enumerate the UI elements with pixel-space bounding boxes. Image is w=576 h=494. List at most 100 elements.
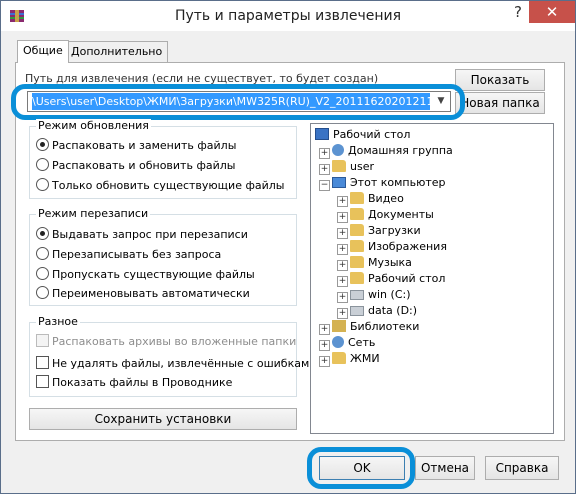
ok-button[interactable]: OK (319, 456, 405, 480)
expand-icon[interactable]: + (337, 276, 348, 287)
tree-node-label: Библиотеки (350, 320, 420, 333)
misc-option-keep-broken[interactable]: Не удалять файлы, извлечённые с ошибками (36, 356, 316, 372)
tab-advanced[interactable]: Дополнительно (65, 41, 169, 62)
tree-node-drive-c[interactable]: + win (C:) (337, 287, 411, 303)
expand-icon[interactable]: + (337, 244, 348, 255)
radio-icon[interactable] (36, 247, 49, 260)
tree-node-label: data (D:) (368, 304, 418, 317)
overwrite-mode-title: Режим перезаписи (36, 207, 151, 220)
drive-icon (350, 290, 364, 300)
update-option-update[interactable]: Распаковать и обновить файлы (36, 158, 235, 174)
tree-node-label: Домашняя группа (348, 144, 453, 157)
expand-icon[interactable]: + (319, 340, 330, 351)
radio-icon[interactable] (36, 267, 49, 280)
option-label: Распаковать и обновить файлы (52, 159, 236, 172)
misc-option-subfolders: Распаковать архивы во вложенные папки (36, 334, 296, 350)
tree-node-homegroup[interactable]: + Домашняя группа (319, 143, 453, 159)
radio-icon[interactable] (36, 178, 49, 191)
checkbox-icon[interactable] (36, 375, 49, 388)
tree-node-network[interactable]: + Сеть (319, 335, 375, 351)
tree-node-this-pc[interactable]: − Этот компьютер (319, 175, 446, 191)
folder-icon (332, 352, 346, 364)
tree-node-desktop[interactable]: Рабочий стол (315, 127, 410, 143)
option-label: Распаковать архивы во вложенные папки (52, 335, 297, 348)
tab-general[interactable]: Общие (17, 40, 69, 63)
drive-icon (350, 306, 364, 316)
folder-icon (350, 192, 364, 204)
folder-tree[interactable]: Рабочий стол + Домашняя группа + user − Это… (310, 123, 554, 434)
overwrite-mode-group: Режим перезаписи Выдавать запрос при пер… (29, 207, 297, 306)
tree-node-drive-d[interactable]: + data (D:) (337, 303, 417, 319)
option-label: Показать файлы в Проводнике (52, 376, 233, 389)
expand-icon[interactable]: + (337, 212, 348, 223)
misc-group: Разное Распаковать архивы во вложенные п… (29, 315, 316, 397)
tree-node-label: Музыка (368, 256, 412, 269)
folder-icon (350, 256, 364, 268)
tree-node-documents[interactable]: + Документы (337, 207, 434, 223)
show-button[interactable]: Показать (455, 69, 545, 91)
desktop-icon (315, 128, 329, 140)
tree-node-user[interactable]: + user (319, 159, 374, 175)
option-label: Только обновить существующие файлы (52, 179, 285, 192)
expand-icon[interactable]: + (319, 356, 330, 367)
folder-icon (350, 240, 364, 252)
save-settings-button[interactable]: Сохранить установки (29, 408, 297, 430)
checkbox-icon[interactable] (36, 356, 49, 369)
close-button[interactable]: ✕ (529, 1, 575, 23)
tree-node-label: Рабочий стол (333, 128, 411, 141)
option-label: Пропускать существующие файлы (52, 268, 255, 281)
option-label: Не удалять файлы, извлечённые с ошибками (52, 357, 317, 370)
tree-node-pc-desktop[interactable]: + Рабочий стол (337, 271, 445, 287)
misc-option-show-in-explorer[interactable]: Показать файлы в Проводнике (36, 375, 232, 391)
collapse-icon[interactable]: − (319, 180, 330, 191)
radio-icon[interactable] (36, 286, 49, 299)
title-bar[interactable]: Путь и параметры извлечения ? ✕ (1, 1, 575, 31)
overwrite-option-rename[interactable]: Переименовывать автоматически (36, 286, 250, 302)
tree-node-videos[interactable]: + Видео (337, 191, 404, 207)
update-mode-group: Режим обновления Распаковать и заменить … (29, 119, 297, 199)
radio-icon[interactable] (36, 138, 49, 151)
tree-node-pictures[interactable]: + Изображения (337, 239, 447, 255)
new-folder-button[interactable]: Новая папка (455, 92, 545, 114)
window-title: Путь и параметры извлечения (174, 8, 402, 24)
path-combobox[interactable]: \Users\user\Desktop\ЖМИ\Загрузки\MW325R(… (27, 91, 451, 112)
expand-icon[interactable]: + (319, 324, 330, 335)
update-option-existing-only[interactable]: Только обновить существующие файлы (36, 178, 284, 194)
computer-icon (332, 177, 346, 188)
overwrite-option-no-prompt[interactable]: Перезаписывать без запроса (36, 247, 221, 263)
tree-node-label: ЖМИ (350, 352, 380, 365)
overwrite-option-skip[interactable]: Пропускать существующие файлы (36, 267, 255, 283)
expand-icon[interactable]: + (337, 260, 348, 271)
update-option-replace[interactable]: Распаковать и заменить файлы (36, 138, 236, 154)
radio-icon[interactable] (36, 158, 49, 171)
radio-icon[interactable] (36, 227, 49, 240)
tree-node-label: Изображения (368, 240, 447, 253)
expand-icon[interactable]: + (337, 308, 348, 319)
tree-node-downloads[interactable]: + Загрузки (337, 223, 421, 239)
path-value[interactable]: \Users\user\Desktop\ЖМИ\Загрузки\MW325R(… (32, 93, 430, 110)
tree-node-zhmi[interactable]: + ЖМИ (319, 351, 380, 367)
cancel-button[interactable]: Отмена (415, 456, 475, 480)
user-folder-icon (332, 160, 346, 172)
tree-node-label: Рабочий стол (368, 272, 446, 285)
folder-icon (350, 208, 364, 220)
option-label: Переименовывать автоматически (52, 287, 250, 300)
expand-icon[interactable]: + (337, 292, 348, 303)
expand-icon[interactable]: + (319, 164, 330, 175)
tree-node-libraries[interactable]: + Библиотеки (319, 319, 419, 335)
tree-node-label: Видео (368, 192, 404, 205)
tree-node-label: Документы (368, 208, 434, 221)
help-button[interactable]: Справка (485, 456, 559, 480)
folder-icon (350, 272, 364, 284)
overwrite-option-ask[interactable]: Выдавать запрос при перезаписи (36, 227, 248, 243)
expand-icon[interactable]: + (337, 228, 348, 239)
expand-icon[interactable]: + (319, 148, 330, 159)
checkbox-icon (36, 334, 49, 347)
tree-node-music[interactable]: + Музыка (337, 255, 412, 271)
chevron-down-icon[interactable]: ▼ (434, 94, 448, 109)
update-mode-title: Режим обновления (36, 119, 151, 132)
expand-icon[interactable]: + (337, 196, 348, 207)
libraries-icon (332, 320, 346, 332)
tree-node-label: win (C:) (368, 288, 411, 301)
folder-icon (350, 224, 364, 236)
